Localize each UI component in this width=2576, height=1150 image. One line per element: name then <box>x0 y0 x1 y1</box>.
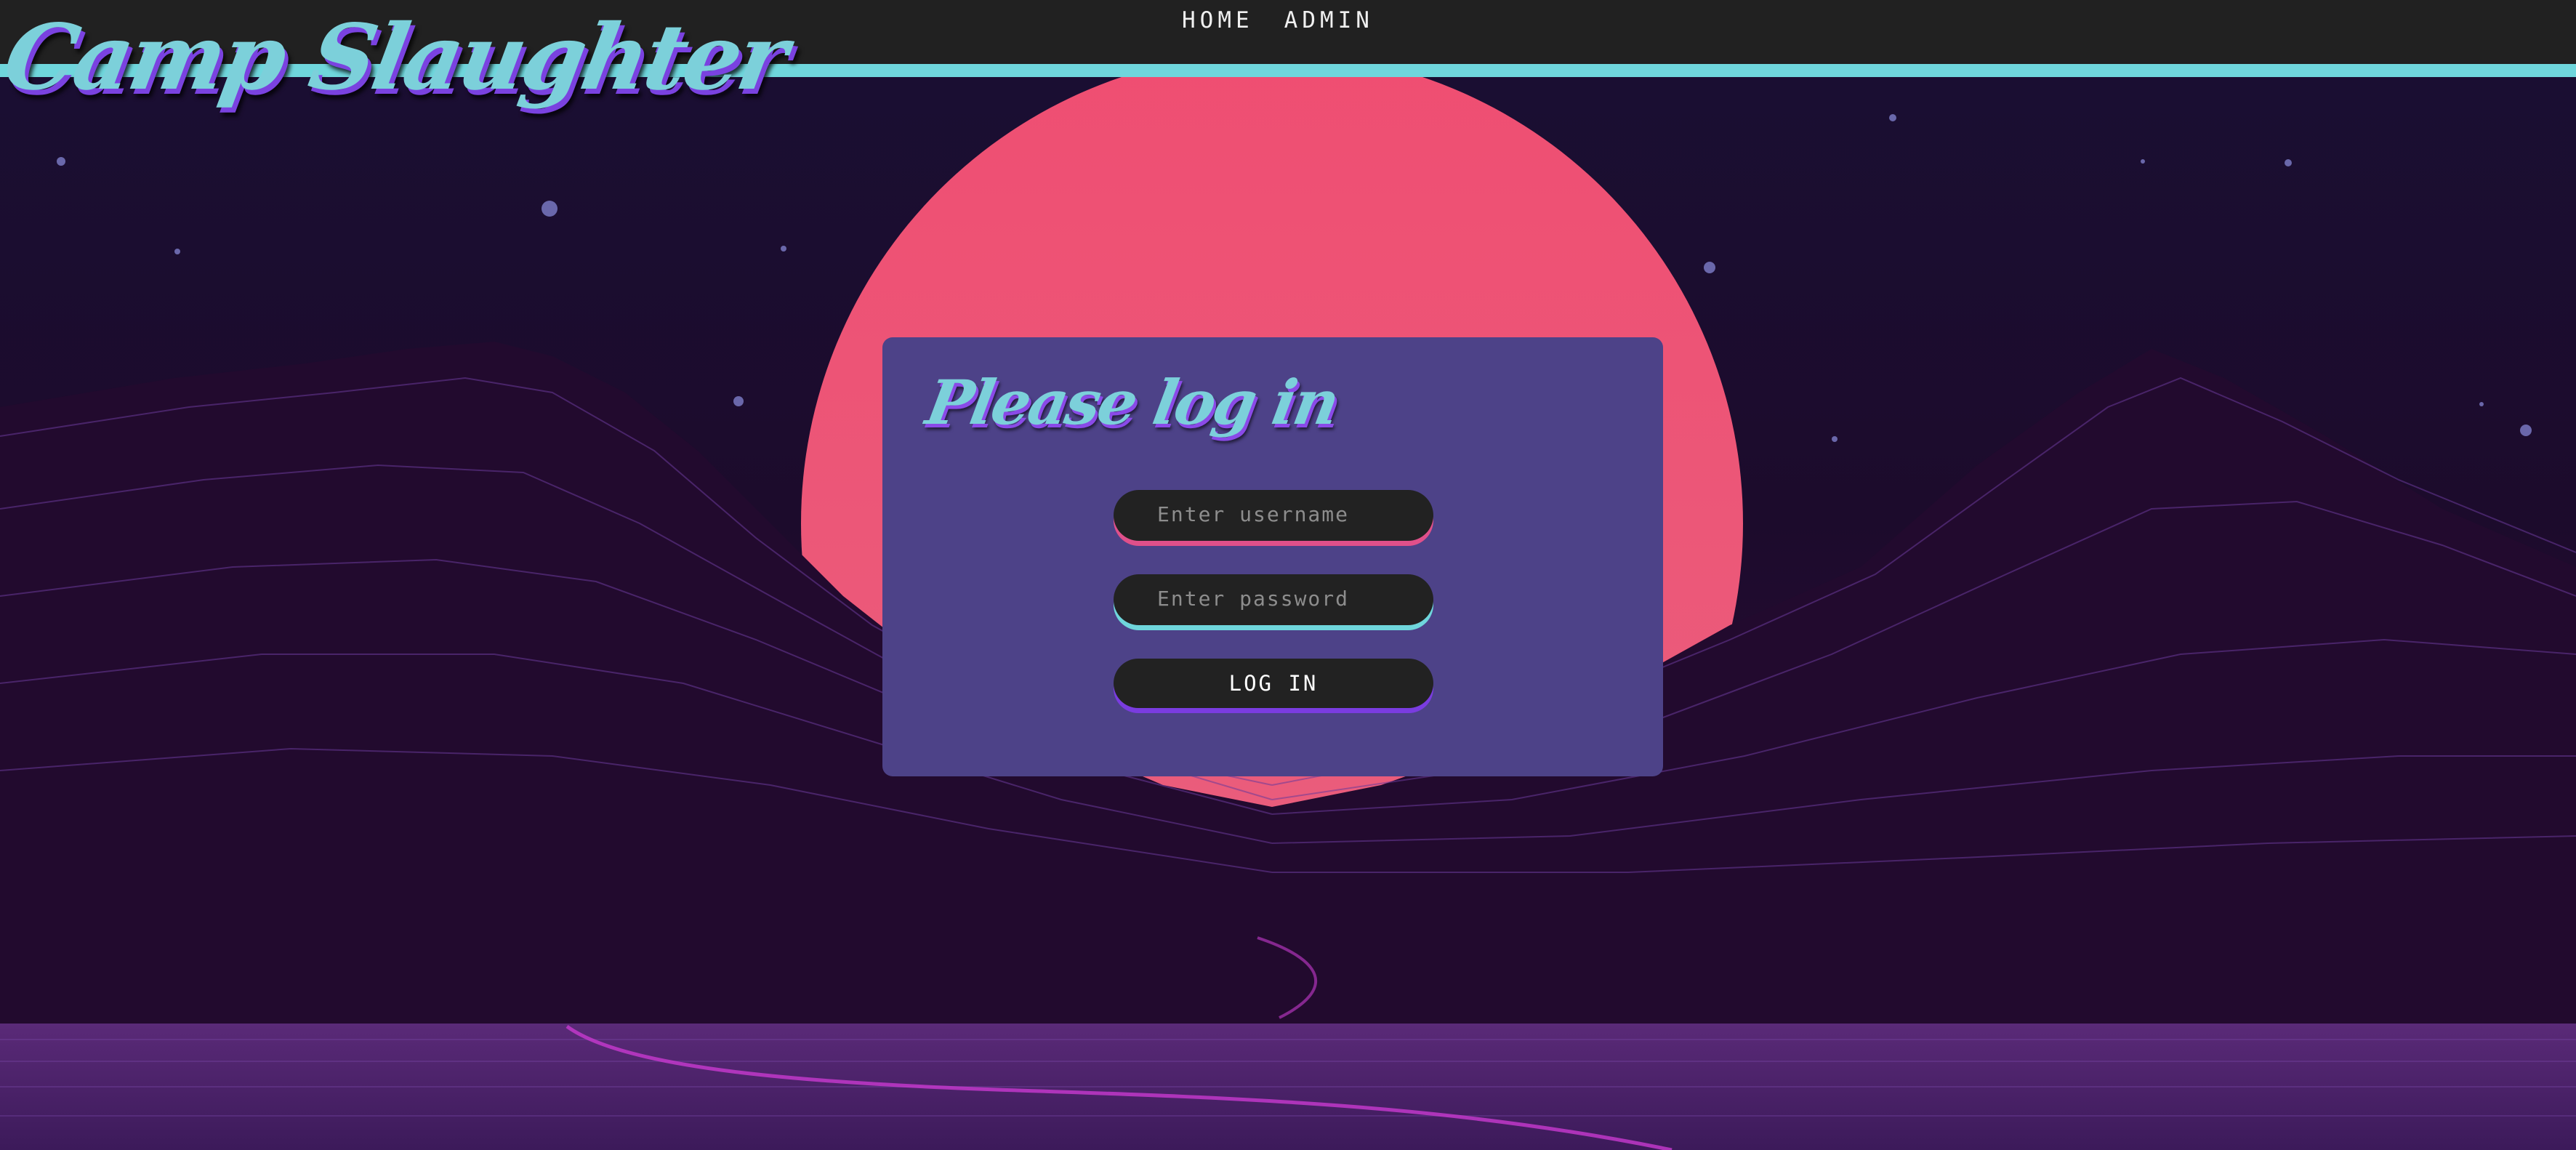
main-nav: HOME ADMIN <box>1182 7 1374 33</box>
password-input[interactable] <box>1114 574 1433 625</box>
login-title: Please log in <box>921 366 1343 438</box>
login-card: Please log in LOG IN <box>882 337 1663 776</box>
login-button[interactable]: LOG IN <box>1114 659 1433 708</box>
site-logo[interactable]: Camp Slaughter <box>0 4 793 113</box>
username-input[interactable] <box>1114 490 1433 541</box>
nav-link-admin[interactable]: ADMIN <box>1284 7 1374 33</box>
nav-link-home[interactable]: HOME <box>1182 7 1254 33</box>
